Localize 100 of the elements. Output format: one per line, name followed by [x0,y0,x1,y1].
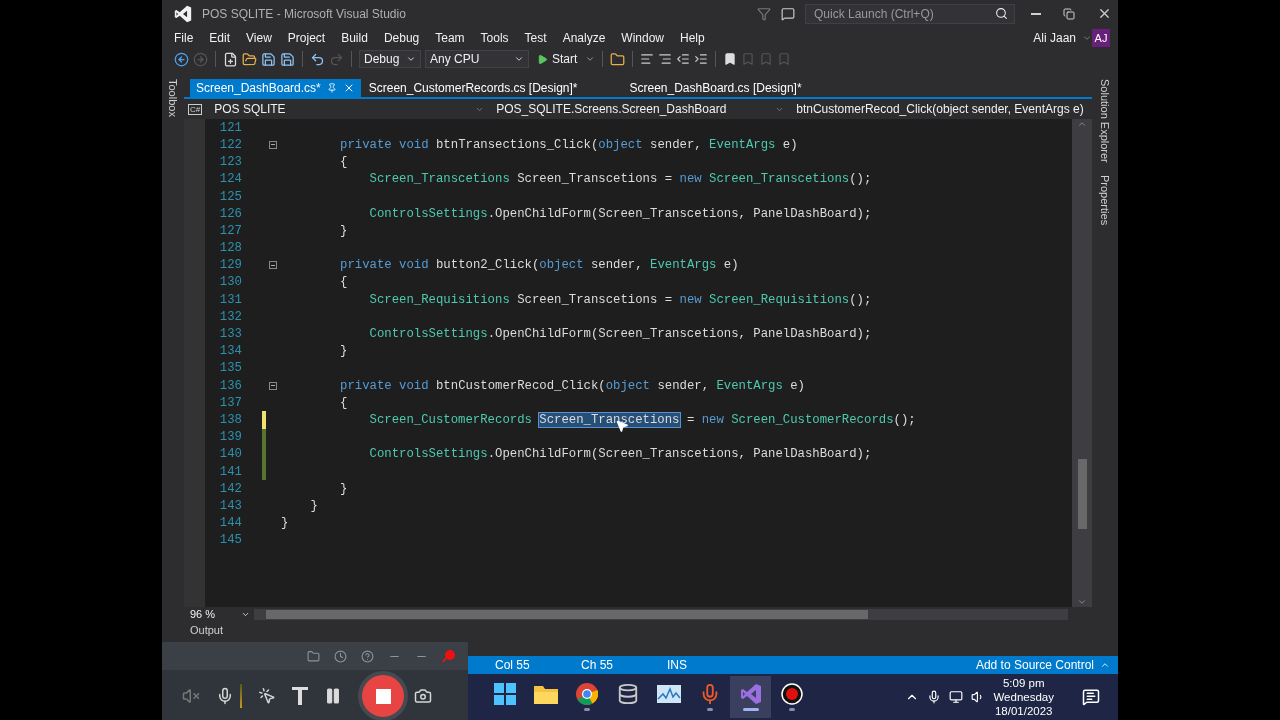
speaker-muted-icon[interactable] [182,687,200,705]
open-icon[interactable] [242,51,257,67]
account-name[interactable]: Ali Jaan [1033,30,1076,45]
code-token: private [339,378,392,393]
code-token: void [398,378,429,393]
indent-icon[interactable] [676,52,691,67]
code-token: new [701,413,724,427]
feedback-icon[interactable] [781,6,795,21]
bookmark-icon[interactable] [723,52,738,67]
camera-icon[interactable] [414,687,432,705]
code-token: object [539,258,584,273]
text-tool-icon[interactable] [292,687,308,705]
visual-studio-icon [739,682,762,705]
quick-launch-field[interactable]: Quick Launch (Ctrl+Q) [805,3,1015,24]
scroll-thumb[interactable] [1078,459,1087,530]
microphone-icon[interactable] [216,687,234,705]
code-token: (); [893,413,916,427]
line-number: 125 [218,189,242,204]
clock-time: 5:09 pm [1002,675,1045,690]
class-dropdown[interactable]: POS_SQLITE.Screens.Screen_DashBoard [492,100,789,119]
code-token: btnTransections_Click( [435,138,599,152]
vertical-scrollbar[interactable] [1072,119,1092,607]
line-number: 124 [218,172,242,187]
help-icon[interactable] [361,649,374,663]
back-icon[interactable] [174,51,189,67]
filter-icon[interactable] [757,6,771,21]
source-control-button[interactable]: Add to Source Control [975,657,1110,672]
save-all-icon[interactable] [280,51,295,67]
menu-item[interactable]: Debug [375,30,428,45]
code-token: Screen_CustomerRecords [368,413,532,427]
pause-icon[interactable] [324,687,342,705]
folder-icon[interactable] [307,649,320,663]
document-tab[interactable]: Screen_CustomerRecords.cs [Design]* [362,79,584,98]
code-editor[interactable] [205,119,1072,607]
new-item-icon[interactable] [223,51,238,67]
document-tab[interactable]: Screen_DashBoard.cs* [190,79,361,98]
network-icon[interactable] [949,689,964,704]
code-token: .OpenChildForm(Screen_Transcetions, PanelDashBoard); [487,447,872,462]
document-tab[interactable]: Screen_DashBoard.cs [Design]* [623,79,808,98]
horizontal-scrollbar[interactable] [254,608,1068,620]
stop-button[interactable] [358,671,408,720]
line-number: 144 [218,516,242,531]
configuration-dropdown[interactable]: Debug [359,50,421,69]
taskbar-app[interactable] [730,675,771,718]
output-tab[interactable]: Output [190,623,224,636]
code-token: } [339,223,348,238]
code-token: } [339,344,348,359]
clock-icon[interactable] [334,649,347,663]
code-token: } [339,481,348,496]
code-token: Screen_Requisitions [368,292,510,307]
collapse-icon[interactable] [269,141,277,149]
line-number: 143 [218,498,242,513]
zoom-dropdown[interactable]: 96 % [190,607,254,621]
line-number: 132 [218,309,242,324]
line-number: 139 [218,430,242,445]
chart-icon [656,684,681,703]
menu-item[interactable]: File [166,30,202,45]
collapse-icon[interactable] [269,381,277,390]
code-token: e) [789,378,805,393]
menu-item[interactable]: Window [613,30,672,45]
line-number: 122 [218,138,242,152]
notifications-icon[interactable] [1082,687,1100,706]
line-number: 126 [218,206,242,221]
menu-item[interactable]: Project [279,30,334,45]
clock-date: 18/01/2023 [994,703,1053,718]
start-button[interactable]: Start [533,52,582,67]
code-token: new [679,172,702,187]
menu-item[interactable]: Help [672,30,713,45]
code-token: sender, [656,378,711,393]
platform-dropdown[interactable]: Any CPU [425,50,529,69]
cursor-click-icon[interactable] [258,687,276,705]
menu-item[interactable]: View [238,30,280,45]
clock[interactable]: 5:09 pm Wednesday 18/01/2023 [993,675,1054,718]
collapse-icon[interactable] [269,261,277,270]
side-tab[interactable]: Toolbox [167,79,179,118]
menu-item[interactable]: Build [333,30,376,45]
undo-icon[interactable] [310,51,325,67]
menu-item[interactable]: Edit [201,30,239,45]
code-token: Screen_Requisitions [708,292,850,307]
side-tab[interactable]: Solution Explorer [1099,79,1111,163]
line-number: 145 [218,533,242,548]
side-tab[interactable]: Properties [1099,175,1111,226]
microphone-icon[interactable] [927,689,942,704]
window-title: POS SQLITE - Microsoft Visual Studio [202,6,407,21]
code-token: new [679,292,702,307]
account-avatar[interactable]: AJ [1092,28,1110,47]
find-folder-icon[interactable] [610,51,626,67]
code-token: EventArgs [709,138,776,152]
code-token: void [398,258,429,273]
menu-item[interactable]: Analyze [554,30,614,45]
member-dropdown[interactable]: btnCustomerRecod_Click(object sender, EventArgs e) [792,100,1089,119]
menu-item[interactable]: Team [427,30,473,45]
menu-item[interactable]: Test [516,30,555,45]
project-dropdown[interactable]: POS SQLITE [210,100,489,119]
code-token: (); [849,172,872,187]
line-number: 137 [218,395,242,410]
code-token: Screen_Transcetions [368,172,510,187]
code-token: object [605,378,650,393]
menu-item[interactable]: Tools [472,30,517,45]
save-icon[interactable] [261,51,276,67]
